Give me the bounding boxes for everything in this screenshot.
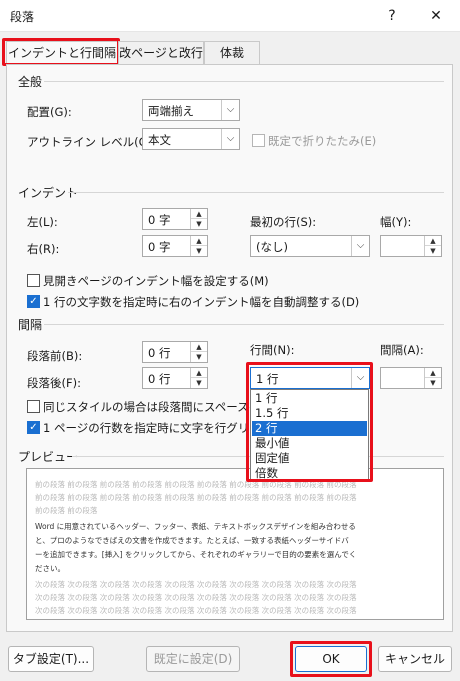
spin-down-icon[interactable]: ▼ <box>425 378 441 388</box>
auto-adjust-label: 1 行の文字数を指定時に右のインデント幅を自動調整する(D) <box>43 295 360 309</box>
close-icon: ✕ <box>430 8 442 24</box>
spin-down-icon[interactable]: ▼ <box>425 246 441 256</box>
spin-down-icon[interactable]: ▼ <box>191 378 207 388</box>
spin-down-icon[interactable]: ▼ <box>191 352 207 362</box>
tabs-button[interactable]: タブ設定(T)... <box>8 646 94 672</box>
preview-line: ーを追加できます。[挿入] をクリックしてから、それぞれのギャラリーで目的の要素… <box>35 550 357 559</box>
snap-grid-label: 1 ページの行数を指定時に文字を行グリッド <box>43 421 273 435</box>
first-line-select[interactable]: (なし) ⌵ <box>250 235 370 257</box>
preview-line: Word に用意されているヘッダー、フッター、表紙、テキストボックスデザインを組… <box>35 522 356 531</box>
outline-level-label: アウトライン レベル(O): <box>27 135 157 149</box>
spacing-before-value: 0 行 <box>148 346 171 360</box>
preview-box: 前の段落 前の段落 前の段落 前の段落 前の段落 前の段落 前の段落 前の段落 … <box>26 468 444 620</box>
indent-left-label: 左(L): <box>27 215 58 229</box>
spin-up-icon[interactable]: ▲ <box>191 209 207 219</box>
spacing-after-spinner[interactable]: 0 行 ▲ ▼ <box>142 367 208 389</box>
set-default-button[interactable]: 既定に設定(D) <box>146 646 240 672</box>
tab-typography[interactable]: 体裁 <box>204 41 260 65</box>
chevron-down-icon: ⌵ <box>221 129 239 149</box>
indent-right-value: 0 字 <box>148 240 171 254</box>
no-space-same-style-label: 同じスタイルの場合は段落間にスペースを追 <box>43 400 272 414</box>
alignment-value: 両端揃え <box>148 104 194 118</box>
general-heading: 全般 <box>18 75 43 89</box>
spin-up-icon[interactable]: ▲ <box>191 236 207 246</box>
spin-up-icon[interactable]: ▲ <box>191 368 207 378</box>
preview-line: 前の段落 前の段落 前の段落 前の段落 前の段落 前の段落 前の段落 前の段落 … <box>35 493 357 502</box>
spacing-before-label: 段落前(B): <box>27 349 83 363</box>
mirror-indent-checkbox[interactable] <box>27 274 40 287</box>
spacing-after-label: 段落後(F): <box>27 376 81 390</box>
no-space-same-style-checkbox[interactable] <box>27 400 40 413</box>
snap-grid-checkbox[interactable]: ✓ <box>27 421 40 434</box>
first-line-value: (なし) <box>256 240 288 254</box>
indent-right-label: 右(R): <box>27 242 60 256</box>
tab-line-page-breaks[interactable]: 改ページと改行 <box>118 41 204 65</box>
spacing-after-value: 0 行 <box>148 372 171 386</box>
preview-line: 次の段落 次の段落 次の段落 次の段落 次の段落 次の段落 次の段落 次の段落 … <box>35 593 357 602</box>
line-spacing-label: 行間(N): <box>250 343 295 357</box>
title-bar: 段落 ? ✕ <box>0 0 460 32</box>
divider <box>68 192 444 193</box>
preview-line: と、プロのようなできばえの文書を作成できます。たとえば、一致する表紙ヘッダーサイ… <box>35 536 349 545</box>
spin-up-icon[interactable]: ▲ <box>191 342 207 352</box>
cancel-button[interactable]: キャンセル <box>378 646 452 672</box>
width-label: 幅(Y): <box>380 215 412 229</box>
spin-down-icon[interactable]: ▼ <box>191 246 207 256</box>
divider <box>44 81 444 82</box>
spin-down-icon[interactable]: ▼ <box>191 219 207 229</box>
first-line-label: 最初の行(S): <box>250 215 317 229</box>
preview-heading: プレビュー <box>18 450 79 464</box>
chevron-down-icon: ⌵ <box>221 100 239 120</box>
mirror-indent-label: 見開きページのインデント幅を設定する(M) <box>43 274 269 288</box>
indent-width-spinner[interactable]: ▲ ▼ <box>380 235 442 257</box>
preview-line: 前の段落 前の段落 <box>35 506 98 515</box>
indent-left-spinner[interactable]: 0 字 ▲ ▼ <box>142 208 208 230</box>
dialog-title: 段落 <box>10 10 35 24</box>
spacing-before-spinner[interactable]: 0 行 ▲ ▼ <box>142 341 208 363</box>
highlight-box-ok <box>290 641 372 677</box>
collapse-label: 既定で折りたたみ(E) <box>268 134 377 148</box>
spacing-at-spinner[interactable]: ▲ ▼ <box>380 367 442 389</box>
divider <box>44 324 444 325</box>
spacing-at-label: 間隔(A): <box>380 343 424 357</box>
close-button[interactable]: ✕ <box>419 4 453 28</box>
spin-up-icon[interactable]: ▲ <box>425 368 441 378</box>
alignment-label: 配置(G): <box>27 105 72 119</box>
chevron-down-icon: ⌵ <box>351 236 369 256</box>
outline-level-value: 本文 <box>148 133 171 147</box>
preview-line: ださい。 <box>35 564 65 573</box>
preview-line: 次の段落 次の段落 次の段落 次の段落 次の段落 次の段落 次の段落 次の段落 … <box>35 580 357 589</box>
highlight-box-line-spacing <box>246 362 373 482</box>
highlight-box-tab <box>2 38 120 66</box>
alignment-select[interactable]: 両端揃え ⌵ <box>142 99 240 121</box>
indent-left-value: 0 字 <box>148 213 171 227</box>
outline-level-select[interactable]: 本文 ⌵ <box>142 128 240 150</box>
auto-adjust-checkbox[interactable]: ✓ <box>27 295 40 308</box>
spacing-heading: 間隔 <box>18 318 43 332</box>
collapse-checkbox[interactable] <box>252 134 265 147</box>
preview-line: 次の段落 次の段落 次の段落 次の段落 次の段落 次の段落 次の段落 次の段落 … <box>35 606 357 615</box>
help-button[interactable]: ? <box>375 4 409 28</box>
indent-right-spinner[interactable]: 0 字 ▲ ▼ <box>142 235 208 257</box>
spin-up-icon[interactable]: ▲ <box>425 236 441 246</box>
